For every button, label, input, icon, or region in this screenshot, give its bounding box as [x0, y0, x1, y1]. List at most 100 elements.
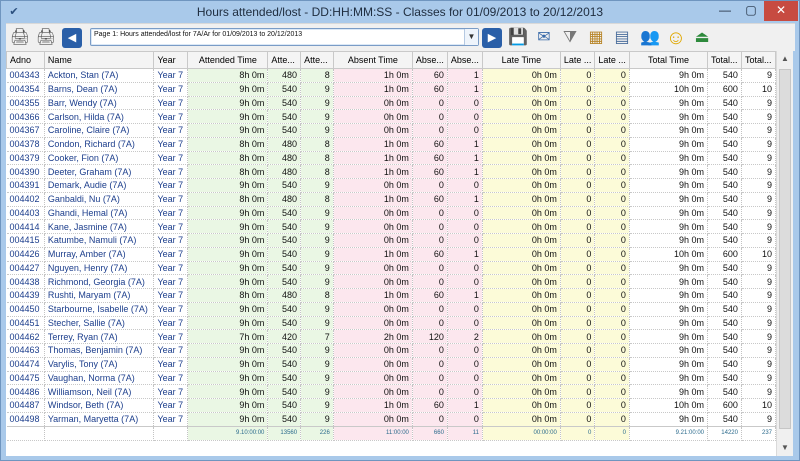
scroll-thumb[interactable]: [779, 69, 791, 429]
back-arrow-icon[interactable]: ◀: [62, 28, 82, 48]
exit-icon[interactable]: ⏏: [690, 26, 714, 50]
table-cell: 540: [707, 371, 742, 386]
column-header[interactable]: Total Time: [628, 51, 709, 69]
save-icon[interactable]: 💾: [506, 26, 530, 50]
table-row[interactable]: 004427 Nguyen, Henry (7A) Year 7 9h 0m 540 9 0…: [6, 261, 776, 276]
column-header[interactable]: Absent Time: [332, 51, 413, 69]
column-header[interactable]: Atte...: [267, 51, 302, 69]
table-cell: 9: [300, 398, 334, 413]
table-row[interactable]: 004438 Richmond, Georgia (7A) Year 7 9h 0m 5…: [6, 274, 776, 289]
close-button[interactable]: ✕: [764, 1, 798, 21]
table-cell: 0: [447, 302, 483, 317]
table-cell: 0: [560, 96, 596, 111]
table-cell: 0h 0m: [482, 247, 561, 262]
table-row[interactable]: 004355 Barr, Wendy (7A) Year 7 9h 0m 540 9 0h …: [6, 96, 776, 111]
table-cell: 540: [267, 316, 302, 331]
table-cell: 9: [741, 261, 776, 276]
column-header[interactable]: Year: [153, 51, 189, 69]
table-row[interactable]: 004439 Rushti, Maryam (7A) Year 7 8h 0m 480 8…: [6, 288, 776, 303]
print-icon[interactable]: 🖨: [8, 26, 32, 50]
table-cell: 0h 0m: [333, 261, 413, 276]
table-row[interactable]: 004475 Vaughan, Norma (7A) Year 7 9h 0m 540 9…: [6, 371, 776, 386]
table-row[interactable]: 004451 Stecher, Sallie (7A) Year 7 9h 0m 540…: [6, 316, 776, 331]
table-cell: 0h 0m: [482, 302, 561, 317]
table-row[interactable]: 004486 Williamson, Neil (7A) Year 7 9h 0m 54…: [6, 384, 776, 399]
table-row[interactable]: 004463 Thomas, Benjamin (7A) Year 7 9h 0m 54…: [6, 343, 776, 358]
table-cell: 0: [594, 192, 630, 207]
column-header[interactable]: Attended Time: [187, 51, 269, 69]
table-row[interactable]: 004390 Deeter, Graham (7A) Year 7 8h 0m 480 8…: [6, 164, 776, 179]
table-row[interactable]: 004379 Cooker, Fion (7A) Year 7 8h 0m 480 8 1h…: [6, 151, 776, 166]
column-header[interactable]: Adno: [6, 51, 45, 69]
table-cell: 8: [300, 151, 334, 166]
table-row[interactable]: 004414 Kane, Jasmine (7A) Year 7 9h 0m 540 9 0…: [6, 219, 776, 234]
table-cell: 60: [412, 288, 448, 303]
table-cell: 9h 0m: [629, 371, 709, 386]
table-cell: 60: [412, 137, 448, 152]
users-icon[interactable]: 👥: [638, 26, 662, 50]
table-cell: 0: [560, 261, 596, 276]
attendance-grid[interactable]: Adno Name Year Attended Time Atte... Atte... A…: [6, 51, 776, 456]
table-row[interactable]: 004426 Murray, Amber (7A) Year 7 9h 0m 540 9 1…: [6, 247, 776, 262]
total-cell: 11:00:00: [333, 425, 413, 441]
table-row[interactable]: 004378 Condon, Richard (7A) Year 7 8h 0m 480…: [6, 137, 776, 152]
table-row[interactable]: 004450 Starbourne, Isabelle (7A) Year 7 9h …: [6, 302, 776, 317]
export-icon[interactable]: ▤: [610, 26, 634, 50]
table-cell: 9: [300, 219, 334, 234]
table-row[interactable]: 004343 Ackton, Stan (7A) Year 7 8h 0m 480 8 1h…: [6, 68, 776, 83]
table-cell: 004379: [6, 151, 45, 166]
forward-arrow-icon[interactable]: ▶: [482, 28, 502, 48]
table-cell: Year 7: [153, 316, 189, 331]
column-header[interactable]: Name: [43, 51, 155, 69]
column-header[interactable]: Abse...: [411, 51, 448, 69]
table-cell: 0: [412, 178, 448, 193]
scroll-up-icon[interactable]: ▲: [777, 51, 793, 67]
column-header[interactable]: Abse...: [446, 51, 483, 69]
email-icon[interactable]: ✉: [532, 26, 556, 50]
table-cell: 0: [594, 178, 630, 193]
column-header[interactable]: Late ...: [594, 51, 630, 69]
table-cell: Demark, Audie (7A): [44, 178, 155, 193]
title-bar[interactable]: ✔ Hours attended/lost - DD:HH:MM:SS - Cl…: [1, 1, 799, 23]
table-cell: Thomas, Benjamin (7A): [44, 343, 155, 358]
maximize-button[interactable]: ▢: [738, 1, 764, 21]
column-header[interactable]: Late Time: [481, 51, 561, 69]
column-header[interactable]: Atte...: [300, 51, 334, 69]
total-cell: 11: [447, 425, 483, 441]
vertical-scrollbar[interactable]: ▲ ▼: [776, 51, 793, 456]
page-select[interactable]: Page 1: Hours attended/lost for 7A/Ar fo…: [90, 28, 479, 46]
table-cell: 0: [560, 164, 596, 179]
table-row[interactable]: 004498 Yarman, Maryetta (7A) Year 7 9h 0m 54…: [6, 412, 776, 427]
scroll-down-icon[interactable]: ▼: [777, 440, 793, 456]
column-header[interactable]: Late ...: [559, 51, 596, 69]
table-row[interactable]: 004391 Demark, Audie (7A) Year 7 9h 0m 540 9 0…: [6, 178, 776, 193]
table-cell: 0: [594, 343, 630, 358]
table-cell: 540: [707, 123, 742, 138]
chevron-down-icon[interactable]: ▼: [464, 29, 478, 45]
table-row[interactable]: 004367 Caroline, Claire (7A) Year 7 9h 0m 54…: [6, 123, 776, 138]
smiley-icon[interactable]: ☺: [664, 26, 688, 50]
table-cell: Year 7: [153, 96, 189, 111]
filter-icon[interactable]: ⧩: [558, 26, 582, 50]
table-cell: Year 7: [153, 219, 189, 234]
table-cell: 0h 0m: [482, 164, 561, 179]
table-cell: 0: [560, 82, 596, 97]
table-cell: 9h 0m: [187, 261, 269, 276]
table-row[interactable]: 004366 Carlson, Hilda (7A) Year 7 9h 0m 540 9…: [6, 109, 776, 124]
table-row[interactable]: 004403 Ghandi, Hemal (7A) Year 7 9h 0m 540 9 0…: [6, 206, 776, 221]
table-row[interactable]: 004462 Terrey, Ryan (7A) Year 7 7h 0m 420 7 2h…: [6, 329, 776, 344]
table-row[interactable]: 004474 Varylis, Tony (7A) Year 7 9h 0m 540 9 0…: [6, 357, 776, 372]
table-row[interactable]: 004402 Ganbaldi, Nu (7A) Year 7 8h 0m 480 8 1h…: [6, 192, 776, 207]
minimize-button[interactable]: —: [712, 1, 738, 21]
columns-icon[interactable]: ▦: [584, 26, 608, 50]
table-cell: 0h 0m: [333, 206, 413, 221]
print-setup-icon[interactable]: 🖨: [34, 26, 58, 50]
table-row[interactable]: 004354 Barns, Dean (7A) Year 7 9h 0m 540 9 1h …: [6, 82, 776, 97]
table-cell: 9h 0m: [187, 357, 269, 372]
table-row[interactable]: 004487 Windsor, Beth (7A) Year 7 9h 0m 540 9 1…: [6, 398, 776, 413]
table-cell: 004474: [6, 357, 45, 372]
table-row[interactable]: 004415 Katumbe, Namuli (7A) Year 7 9h 0m 540…: [6, 233, 776, 248]
table-cell: 540: [267, 247, 302, 262]
column-header[interactable]: Total...: [740, 51, 776, 69]
column-header[interactable]: Total...: [707, 51, 742, 69]
